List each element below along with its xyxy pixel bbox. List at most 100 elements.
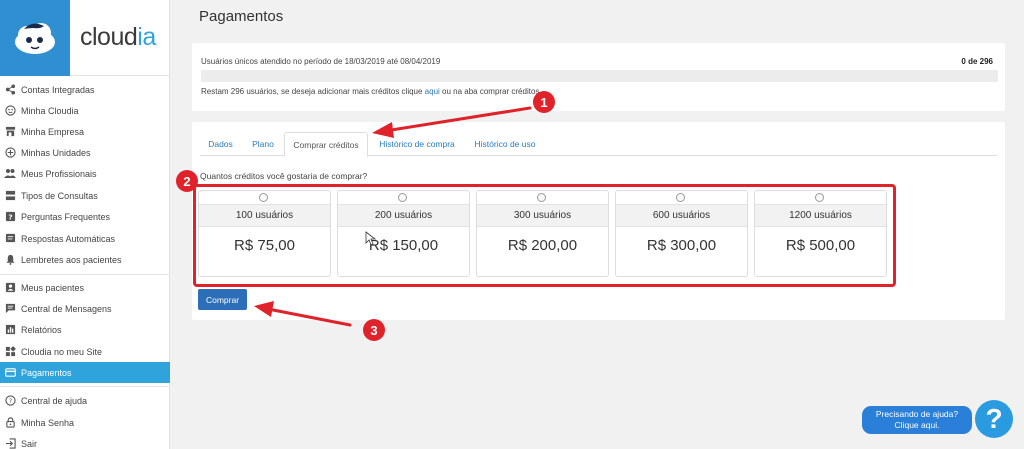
brand[interactable]: cloudia [0,0,169,76]
option-price: R$ 75,00 [234,237,295,254]
list-icon [4,190,16,202]
people-icon [4,168,16,180]
store-icon [4,126,16,138]
sidebar-item-meus-pacientes[interactable]: Meus pacientes [0,277,170,298]
sidebar-item-label: Cloudia no meu Site [21,346,103,357]
chart-icon [4,324,16,336]
sidebar-item-label: Tipos de Consultas [21,190,98,201]
sidebar-item-label: Sair [21,438,38,449]
option-price: R$ 200,00 [507,237,578,254]
usage-count: 0 de 296 [961,57,993,66]
sidebar-item-meus-profissionais[interactable]: Meus Profissionais [0,163,170,184]
plus-circle-icon [4,147,16,159]
sidebar-item-label: Minhas Unidades [21,147,91,158]
sidebar-item-pagamentos[interactable]: Pagamentos [0,362,170,383]
sidebar-item-label: Minha Empresa [21,126,85,137]
card-icon [4,367,16,379]
option-users-label: 600 usuários [616,204,747,227]
sidebar-item-label: Meus pacientes [21,282,85,293]
chat-icon [4,303,16,315]
buy-button[interactable]: Comprar [198,289,247,310]
help-line-1: Precisando de ajuda? [875,409,959,419]
radio-button[interactable] [398,193,407,202]
tab-bar: Dados Plano Comprar créditos Histórico d… [200,132,997,157]
credit-option-300[interactable]: 300 usuários R$ 200,00 [476,190,609,277]
option-users-label: 100 usuários [199,204,330,227]
purchase-question: Quantos créditos você gostaria de compra… [200,171,368,181]
sidebar: cloudia Contas Integradas Minha Cloudia … [0,0,170,449]
buy-credits-link[interactable]: aqui [425,87,440,96]
svg-text:?: ? [8,213,12,222]
tab-comprar-creditos[interactable]: Comprar créditos [284,132,368,157]
sidebar-item-label: Minha Senha [21,417,75,428]
tab-plano[interactable]: Plano [250,132,276,156]
sidebar-item-perguntas-frequentes[interactable]: ? Perguntas Frequentes [0,206,170,227]
remaining-suffix: ou na aba comprar créditos. [439,87,542,96]
widgets-icon [4,346,16,358]
credit-option-600[interactable]: 600 usuários R$ 300,00 [615,190,748,277]
usage-progress-bar [201,70,998,82]
usage-period-text: Usuários únicos atendido no período de 1… [201,57,441,66]
sidebar-item-contas-integradas[interactable]: Contas Integradas [0,79,170,100]
radio-button[interactable] [676,193,685,202]
sidebar-item-central-de-mensagens[interactable]: Central de Mensagens [0,298,170,319]
exit-icon [4,438,16,449]
sidebar-item-label: Contas Integradas [21,84,95,95]
sidebar-item-minha-senha[interactable]: Minha Senha [0,412,170,433]
divider [0,274,170,275]
share-icon [4,84,16,96]
sidebar-item-label: Relatórios [21,324,62,335]
sidebar-item-minha-empresa[interactable]: Minha Empresa [0,121,170,142]
sidebar-item-sair[interactable]: Sair [0,433,170,449]
help-question-icon[interactable]: ? [975,400,1013,438]
sidebar-item-central-de-ajuda[interactable]: ? Central de ajuda [0,390,170,411]
tab-historico-de-compra[interactable]: Histórico de compra [376,132,458,156]
purchase-card: Dados Plano Comprar créditos Histórico d… [192,122,1005,320]
lock-icon [4,417,16,429]
tab-dados[interactable]: Dados [204,132,237,156]
divider [0,386,170,387]
step-badge-3: 3 [363,319,385,341]
sidebar-item-label: Lembretes aos pacientes [21,254,122,265]
remaining-credits-text: Restam 296 usuários, se deseja adicionar… [201,87,542,96]
option-price: R$ 150,00 [368,237,439,254]
message-icon [4,233,16,245]
option-price: R$ 500,00 [785,237,856,254]
sidebar-item-respostas-automaticas[interactable]: Respostas Automáticas [0,228,170,249]
help-chat-bubble[interactable]: Precisando de ajuda? Clique aqui. [862,406,972,434]
sidebar-item-label: Central de Mensagens [21,303,112,314]
sidebar-item-label: Central de ajuda [21,395,88,406]
brand-name: cloudia [80,23,156,51]
radio-button[interactable] [815,193,824,202]
question-circle-icon: ? [4,395,16,407]
credit-option-200[interactable]: 200 usuários R$ 150,00 [337,190,470,277]
radio-button[interactable] [259,193,268,202]
cloud-mascot-logo [0,0,70,76]
credit-option-1200[interactable]: 1200 usuários R$ 500,00 [754,190,887,277]
step-badge-2: 2 [176,170,198,192]
credit-option-100[interactable]: 100 usuários R$ 75,00 [198,190,331,277]
sidebar-item-tipos-de-consultas[interactable]: Tipos de Consultas [0,185,170,206]
sidebar-item-lembretes[interactable]: Lembretes aos pacientes [0,249,170,270]
sidebar-item-label: Meus Profissionais [21,168,97,179]
help-box-icon: ? [4,211,16,223]
radio-button[interactable] [537,193,546,202]
sidebar-item-label: Pagamentos [21,367,72,378]
sidebar-item-label: Minha Cloudia [21,105,79,116]
option-users-label: 300 usuários [477,204,608,227]
contact-icon [4,282,16,294]
sidebar-item-label: Respostas Automáticas [21,233,116,244]
option-users-label: 200 usuários [338,204,469,227]
tab-historico-de-uso[interactable]: Histórico de uso [472,132,538,156]
page-title: Pagamentos [199,8,284,25]
remaining-prefix: Restam 296 usuários, se deseja adicionar… [201,87,425,96]
sidebar-item-minhas-unidades[interactable]: Minhas Unidades [0,142,170,163]
help-line-2: Clique aqui. [894,420,940,430]
sidebar-item-relatorios[interactable]: Relatórios [0,319,170,340]
usage-card: Usuários únicos atendido no período de 1… [192,43,1005,111]
option-price: R$ 300,00 [646,237,717,254]
svg-text:?: ? [8,397,11,405]
sidebar-item-cloudia-no-meu-site[interactable]: Cloudia no meu Site [0,341,170,362]
sidebar-item-minha-cloudia[interactable]: Minha Cloudia [0,100,170,121]
face-icon [4,105,16,117]
